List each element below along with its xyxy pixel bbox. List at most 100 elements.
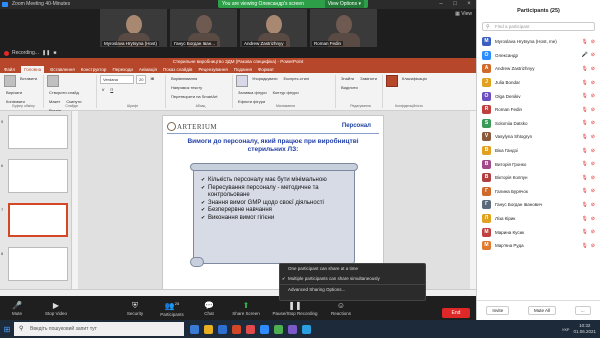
participant-row[interactable]: R Roman Fedin 🎙 ⊘ [477, 103, 600, 117]
slide-thumbnail[interactable] [8, 247, 68, 281]
taskbar-search-input[interactable]: Введіть пошуковий запит тут [14, 322, 184, 336]
new-slide-button[interactable]: Створити слайд [47, 89, 81, 96]
bold-button[interactable]: Ж [148, 75, 156, 84]
participant-row[interactable]: В Віка Гандзі 🎙 ⊘ [477, 144, 600, 158]
tab-file[interactable]: Файл [4, 66, 15, 73]
participant-search-input[interactable]: Find a participant [482, 22, 595, 31]
share-option-single[interactable]: One participant can share at a time [280, 264, 425, 274]
participant-row[interactable]: В Вікторія Колпун 🎙 ⊘ [477, 171, 600, 185]
view-button[interactable]: ▦ View [455, 11, 472, 17]
pause-stop-recording-button[interactable]: ❚❚ Pause/Stop Recording [266, 301, 324, 316]
italic-button[interactable]: К [100, 86, 106, 93]
participant-row[interactable]: В Виторія Гронко 🎙 ⊘ [477, 157, 600, 171]
share-screen-button[interactable]: ⬆ Share Screen [226, 301, 266, 316]
tab-format[interactable]: Формат [258, 66, 274, 73]
end-meeting-button[interactable]: End [442, 308, 470, 318]
paste-icon[interactable] [4, 75, 16, 87]
select-button[interactable]: Виділити [339, 84, 360, 91]
mute-button[interactable]: 🎤 Mute [0, 301, 34, 316]
advanced-sharing-options[interactable]: Advanced Sharing Options... [280, 284, 425, 295]
ribbon-group-clipboard: Вставити Вирізати Копіювати Буфер обміну [4, 75, 44, 108]
tab-slideshow[interactable]: Показ слайдів [163, 66, 192, 73]
video-thumbnail[interactable]: Ганус Богдан Іван... [170, 9, 237, 47]
participant-row[interactable]: V Vasylyna Shtogryn 🎙 ⊘ [477, 130, 600, 144]
arrange-button[interactable]: Упорядкувати [250, 75, 280, 87]
font-family-select[interactable]: Verdana [100, 75, 134, 84]
stop-video-button[interactable]: ▶ Stop Video [34, 301, 78, 316]
scroll-shape[interactable]: Кількість персоналу має бути мінімальною… [190, 163, 358, 267]
paste-button[interactable]: Вставити [18, 75, 39, 87]
mute-all-button[interactable]: Mute All [527, 306, 556, 315]
participant-row[interactable]: M Myroslava Hrytsyna (Host, me) 🎙 ⊘ [477, 35, 600, 49]
view-options-button[interactable]: View Options ▾ [324, 0, 364, 8]
participant-row[interactable]: S Solomiia Datsko 🎙 ⊘ [477, 117, 600, 131]
shapes-gallery-icon[interactable] [236, 75, 248, 87]
invite-button[interactable]: Invite [486, 306, 510, 315]
participant-row[interactable]: М Мар'яна Руда 🎙 ⊘ [477, 239, 600, 253]
file-explorer-icon[interactable] [204, 324, 213, 334]
security-button[interactable]: ⛨ Security [118, 301, 152, 316]
tab-view[interactable]: Подання [234, 66, 252, 73]
close-icon[interactable]: × [462, 0, 476, 9]
tab-animations[interactable]: Анімація [139, 66, 157, 73]
powerpoint-icon[interactable] [232, 324, 241, 334]
participant-row[interactable]: Л Ліза Кірик 🎙 ⊘ [477, 212, 600, 226]
shape-outline-button[interactable]: Контур фігури [271, 89, 301, 96]
tab-review[interactable]: Рецензування [198, 66, 227, 73]
slide-thumbnail-panel: 5 6 7 8 [0, 111, 72, 296]
chrome-icon[interactable] [274, 324, 283, 334]
font-size-select[interactable]: 20 [136, 75, 147, 84]
participant-row[interactable]: A Andrew Zastrizhnyy 🎙 ⊘ [477, 62, 600, 76]
sensitivity-icon[interactable] [386, 75, 398, 87]
participants-button[interactable]: 👥25 Participants [152, 299, 192, 317]
tab-insert[interactable]: Вставлення [50, 66, 75, 73]
video-thumbnail[interactable]: Andrew Zastrizhnyy [240, 9, 307, 47]
participant-row[interactable]: Г Ганус Богдан Іванович 🎙 ⊘ [477, 198, 600, 212]
text-direction-button[interactable]: Напрямок тексту [169, 84, 204, 91]
zoom-icon[interactable] [260, 324, 269, 334]
slide-thumbnail[interactable] [8, 115, 68, 149]
tab-home[interactable]: Головна [21, 66, 45, 73]
minimize-icon[interactable]: – [434, 0, 448, 9]
viber-icon[interactable] [288, 324, 297, 334]
video-thumbnail[interactable]: Roman Fedin [310, 9, 377, 47]
slide-number: 6 [1, 163, 4, 168]
chat-button[interactable]: 💬 Chat [192, 301, 226, 316]
acrobat-icon[interactable] [246, 324, 255, 334]
avatar: M [482, 37, 491, 47]
windows-start-icon[interactable]: ⊞ [0, 320, 14, 338]
maximize-icon[interactable]: □ [448, 0, 462, 9]
slide-thumbnail[interactable] [8, 159, 68, 193]
task-view-icon[interactable] [190, 324, 199, 334]
tab-design[interactable]: Конструктор [81, 66, 107, 73]
underline-button[interactable]: П [108, 86, 115, 93]
replace-button[interactable]: Замінити [358, 75, 379, 82]
participant-row[interactable]: Г Галина Бурячок 🎙 ⊘ [477, 185, 600, 199]
video-thumbnail[interactable]: Myroslava Hrytsyna (Host) [100, 9, 167, 47]
share-option-multiple[interactable]: Multiple participants can share simultan… [280, 274, 425, 284]
new-slide-icon[interactable] [47, 75, 59, 87]
find-button[interactable]: Знайти [339, 75, 356, 82]
video-off-icon: ⊘ [590, 106, 595, 113]
participant-row[interactable]: J Julia Bondar 🎙 ⊘ [477, 76, 600, 90]
participant-name: Julia Bondar [495, 80, 521, 86]
word-icon[interactable] [218, 324, 227, 334]
stop-icon[interactable]: ■ [53, 50, 56, 56]
pause-icon[interactable]: ❚❚ [42, 50, 50, 56]
tab-transitions[interactable]: Переходи [112, 66, 132, 73]
participant-row[interactable]: О Олександр 🎤 ⊘ [477, 49, 600, 63]
shape-fill-button[interactable]: Заливка фігури [236, 89, 269, 96]
classify-button[interactable]: Класифікація [400, 75, 429, 87]
smartart-button[interactable]: Перетворити на SmartArt [169, 93, 220, 100]
clock[interactable]: 10:32 01.06.2021 [573, 323, 596, 335]
telegram-icon[interactable] [302, 324, 311, 334]
quick-styles-button[interactable]: Експрес-стилі [282, 75, 312, 87]
participant-row[interactable]: М Марина Кусик 🎙 ⊘ [477, 225, 600, 239]
more-button[interactable]: ... [574, 306, 591, 315]
cut-button[interactable]: Вирізати [4, 89, 24, 96]
participant-row[interactable]: O Olga Denikiv 🎙 ⊘ [477, 89, 600, 103]
language-indicator[interactable]: УКР [562, 327, 570, 332]
align-button[interactable]: Вирівнювання [169, 75, 199, 82]
reactions-button[interactable]: ☺ Reactions [324, 301, 358, 316]
slide-thumbnail-selected[interactable] [8, 203, 68, 237]
